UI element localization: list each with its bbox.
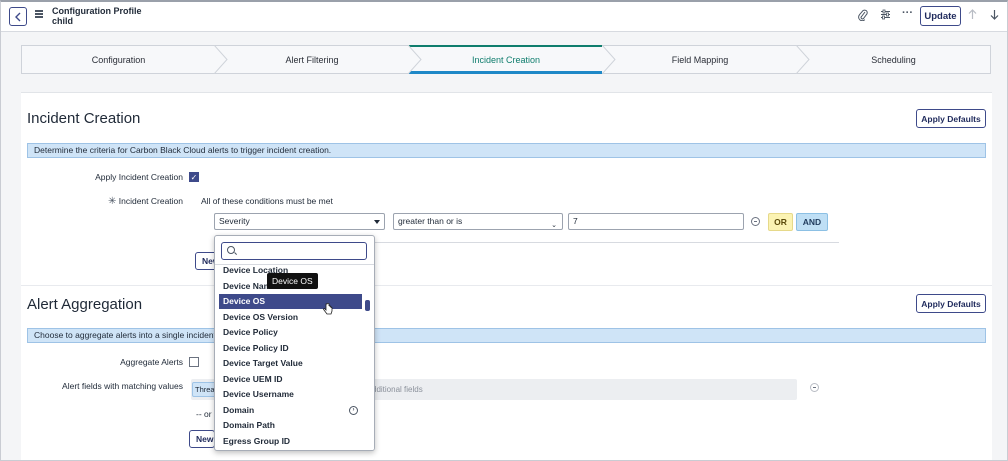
aggregation-new-button[interactable]: New <box>189 430 215 448</box>
hand-cursor-icon <box>323 303 333 315</box>
and-button[interactable]: AND <box>796 213 828 231</box>
more-icon[interactable]: ··· <box>902 7 913 19</box>
arrow-up-icon[interactable] <box>968 9 977 23</box>
condition-field-value: Severity <box>219 216 250 226</box>
step-label: Alert Filtering <box>285 54 339 65</box>
aggregate-alerts-label: Aggregate Alerts <box>120 357 183 367</box>
incident-creation-title: Incident Creation <box>27 110 141 127</box>
dropdown-option[interactable]: Device Policy <box>219 325 362 340</box>
dropdown-option[interactable]: Device OS Version <box>219 310 362 325</box>
paperclip-icon[interactable] <box>858 9 868 24</box>
aggregate-alerts-checkbox[interactable] <box>189 357 199 367</box>
remove-field-icon[interactable] <box>810 383 819 392</box>
dropdown-option-expandable[interactable]: Domain › <box>219 403 362 418</box>
search-icon <box>227 246 235 254</box>
dropdown-option[interactable]: Device Target Value <box>219 356 362 371</box>
arrow-down-icon[interactable] <box>990 9 999 23</box>
step-incident-creation[interactable]: Incident Creation <box>409 45 603 74</box>
aggregation-info-bar: Choose to aggregate alerts into a single… <box>27 328 986 343</box>
chevron-right-icon[interactable]: › <box>349 406 358 415</box>
menu-icon[interactable] <box>35 10 43 18</box>
step-divider-icon <box>408 45 422 74</box>
dropdown-option-label: Domain <box>223 405 255 415</box>
process-stepper: Configuration Alert Filtering Incident C… <box>21 45 991 74</box>
condition-field-select[interactable]: Severity <box>214 213 385 230</box>
step-label: Incident Creation <box>471 55 541 65</box>
scrollbar-thumb[interactable] <box>365 300 370 311</box>
apply-defaults-button[interactable]: Apply Defaults <box>916 109 986 128</box>
incident-creation-condition-label: ✳ Incident Creation <box>91 196 183 207</box>
back-button[interactable] <box>9 7 27 26</box>
page-title: Configuration Profile child <box>52 6 142 26</box>
apply-incident-creation-checkbox[interactable]: ✓ <box>189 172 199 182</box>
step-configuration[interactable]: Configuration <box>21 45 215 74</box>
aggregation-apply-defaults-button[interactable]: Apply Defaults <box>916 294 986 313</box>
dropdown-scrollbar[interactable] <box>363 265 374 450</box>
matching-fields-label: Alert fields with matching values <box>62 381 183 391</box>
dropdown-option[interactable]: Device Username <box>219 387 362 402</box>
condition-label-text: Incident Creation <box>118 196 183 206</box>
field-chip[interactable]: Threa <box>192 382 216 397</box>
step-label: Scheduling <box>871 54 916 65</box>
chevron-down-icon: ⌄ <box>551 222 557 229</box>
caret-down-icon <box>374 220 380 224</box>
step-divider-icon <box>602 45 616 74</box>
alert-aggregation-title: Alert Aggregation <box>27 296 143 313</box>
app-window: Configuration Profile child ··· Update C… <box>0 0 1008 461</box>
field-dropdown: Device Location Device Name Device OS De… <box>214 235 375 451</box>
dropdown-search-input[interactable] <box>221 242 367 260</box>
condition-value-text: 7 <box>573 216 578 226</box>
option-tooltip: Device OS <box>267 273 318 289</box>
step-label: Field Mapping <box>671 54 729 65</box>
update-button[interactable]: Update <box>920 6 961 26</box>
dropdown-option[interactable]: Device Policy ID <box>219 341 362 356</box>
dropdown-option[interactable]: Domain Path <box>219 418 362 433</box>
settings-sliders-icon[interactable] <box>880 9 891 23</box>
condition-operator-value: greater than or is <box>398 216 463 226</box>
dropdown-option[interactable]: Egress Group ID <box>219 434 362 449</box>
step-divider-icon <box>796 45 810 74</box>
step-divider-icon <box>214 45 228 74</box>
back-icon <box>15 12 21 21</box>
step-alert-filtering[interactable]: Alert Filtering <box>215 45 409 74</box>
apply-incident-creation-label: Apply Incident Creation <box>95 172 183 182</box>
or-button[interactable]: OR <box>768 213 793 231</box>
section-divider <box>21 285 992 286</box>
condition-description: All of these conditions must be met <box>201 196 333 206</box>
incident-info-bar: Determine the criteria for Carbon Black … <box>27 143 986 158</box>
condition-value-input[interactable]: 7 <box>568 213 744 230</box>
matching-fields-placeholder: dditional fields <box>372 385 423 394</box>
required-asterisk-icon: ✳ <box>107 196 117 207</box>
form-header: Configuration Profile child ··· Update <box>1 2 1007 32</box>
page-title-line2: child <box>52 16 74 26</box>
step-field-mapping[interactable]: Field Mapping <box>603 45 797 74</box>
step-label: Configuration <box>91 54 146 65</box>
page-title-line1: Configuration Profile <box>52 6 142 16</box>
step-scheduling[interactable]: Scheduling <box>797 45 991 74</box>
remove-condition-icon[interactable] <box>751 217 760 226</box>
dropdown-option-selected[interactable]: Device OS <box>219 294 362 309</box>
dropdown-option[interactable]: Device UEM ID <box>219 372 362 387</box>
condition-operator-select[interactable]: greater than or is ⌄ <box>393 213 563 230</box>
